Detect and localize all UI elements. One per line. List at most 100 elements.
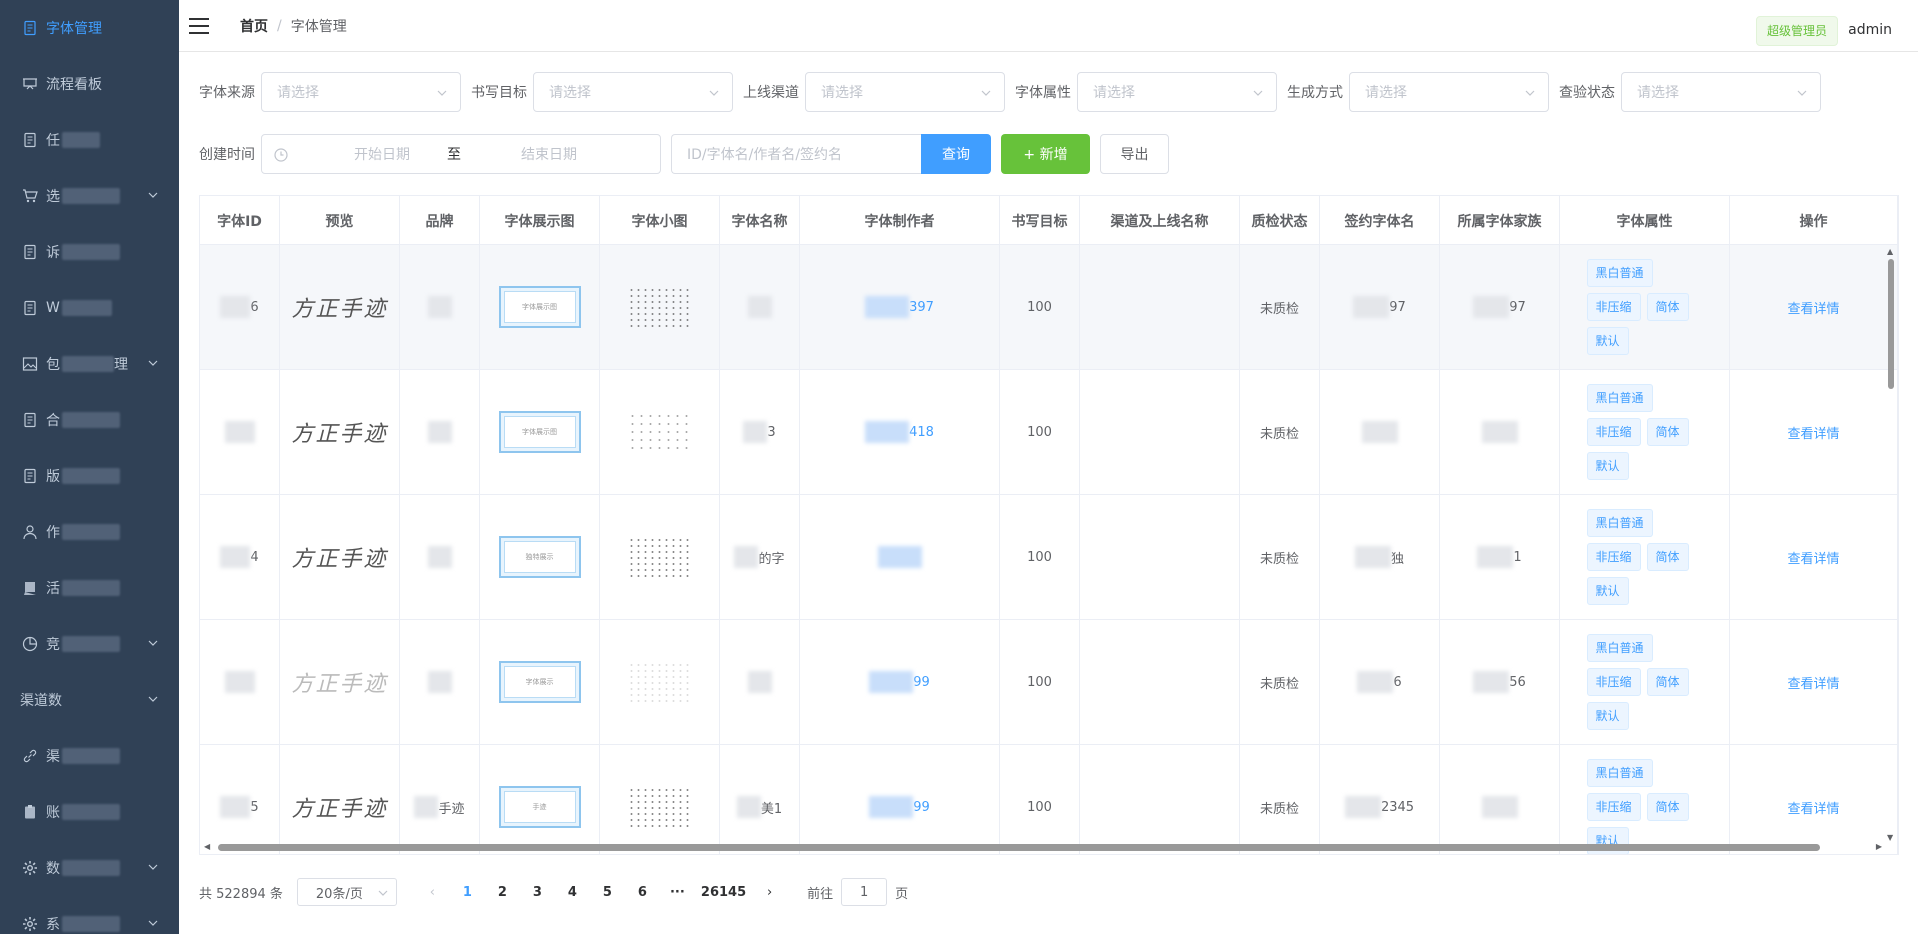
filter-select[interactable]: 请选择	[533, 72, 733, 112]
breadcrumb-home[interactable]: 首页	[240, 16, 268, 36]
column-header[interactable]: 书写目标	[1000, 196, 1080, 245]
sidebar-item[interactable]: 渠	[0, 728, 179, 784]
font-thumbnail-image[interactable]	[627, 787, 692, 827]
column-header[interactable]: 字体展示图	[480, 196, 600, 245]
date-range-picker[interactable]: 开始日期 至 结束日期	[261, 134, 661, 174]
table-row[interactable]: 方正手迹 字体展示图 3 418 100 未质检 黑白普通 非压缩 简体 默认 查看详情	[200, 370, 1898, 495]
column-header[interactable]: 质检状态	[1240, 196, 1320, 245]
horizontal-scrollbar[interactable]: ◀ ▶	[200, 840, 1898, 854]
next-page-button[interactable]: ›	[752, 878, 787, 906]
scroll-right-icon[interactable]: ▶	[1876, 842, 1882, 851]
font-showcase-image[interactable]: 手迹	[498, 786, 581, 828]
font-showcase-image[interactable]: 独特展示	[498, 536, 581, 578]
sidebar-item[interactable]: 数	[0, 840, 179, 896]
sidebar-item[interactable]: 作	[0, 504, 179, 560]
search-input[interactable]: ID/字体名/作者名/签约名	[671, 134, 921, 174]
export-button[interactable]: 导出	[1100, 134, 1169, 174]
font-thumbnail-image[interactable]	[627, 412, 692, 452]
column-header[interactable]: 所属字体家族	[1440, 196, 1560, 245]
font-maker[interactable]: 397	[909, 300, 934, 315]
column-header[interactable]: 字体小图	[600, 196, 720, 245]
page-ellipsis[interactable]: ···	[660, 878, 695, 906]
sidebar-item[interactable]: 渠道数	[0, 672, 179, 728]
font-thumbnail-image[interactable]	[627, 662, 692, 702]
table-row[interactable]: 方正手迹 字体展示 99 100 未质检 6 56 黑白普通 非压缩 简体 默认 查看详情	[200, 620, 1898, 745]
column-header[interactable]: 字体ID	[200, 196, 280, 245]
column-header[interactable]: 字体名称	[720, 196, 800, 245]
view-details-link[interactable]: 查看详情	[1787, 798, 1839, 817]
font-thumbnail-image[interactable]	[627, 537, 692, 577]
sidebar-item[interactable]: 版	[0, 448, 179, 504]
end-date-input[interactable]: 结束日期	[494, 144, 604, 164]
filter-select[interactable]: 请选择	[261, 72, 461, 112]
font-thumbnail-image[interactable]	[627, 287, 692, 327]
font-showcase-image[interactable]: 字体展示	[498, 661, 581, 703]
table-row[interactable]: 5 方正手迹 手迹 手迹 美1 99 100 未质检 2345 黑白普通 非压缩 简体 默认 查看详情	[200, 745, 1898, 854]
page-last[interactable]: 26145	[695, 878, 752, 906]
page-size-select[interactable]: 20条/页	[296, 878, 397, 906]
table-cell: 方正手迹	[280, 495, 400, 619]
column-header[interactable]: 渠道及上线名称	[1080, 196, 1240, 245]
prev-page-button[interactable]: ‹	[415, 878, 450, 906]
redacted-text	[1473, 296, 1510, 318]
page-number[interactable]: 2	[485, 878, 520, 906]
table-cell	[1440, 370, 1560, 494]
column-header[interactable]: 品牌	[400, 196, 480, 245]
sidebar-item[interactable]: 竞	[0, 616, 179, 672]
sidebar-item[interactable]: W	[0, 280, 179, 336]
goto-page-input[interactable]: 1	[841, 878, 888, 906]
column-header[interactable]: 字体属性	[1560, 196, 1730, 245]
font-maker[interactable]: 99	[913, 800, 930, 815]
horizontal-scroll-thumb[interactable]	[218, 844, 1820, 851]
sidebar-item[interactable]: 合	[0, 392, 179, 448]
hamburger-icon[interactable]	[189, 17, 211, 35]
vertical-scrollbar[interactable]: ▲ ▼	[1884, 245, 1898, 842]
sidebar-item[interactable]: 任	[0, 112, 179, 168]
view-details-link[interactable]: 查看详情	[1787, 298, 1839, 317]
attribute-tag: 默认	[1586, 577, 1629, 605]
page-number[interactable]: 6	[625, 878, 660, 906]
attribute-tag: 黑白普通	[1586, 509, 1653, 537]
column-header[interactable]: 字体制作者	[800, 196, 1000, 245]
start-date-input[interactable]: 开始日期	[327, 144, 437, 164]
sidebar-item[interactable]: 诉	[0, 224, 179, 280]
sidebar-item[interactable]: 流程看板	[0, 56, 179, 112]
sidebar-item[interactable]: 系	[0, 896, 179, 934]
table-cell: 100	[1000, 370, 1080, 494]
sidebar-item[interactable]: 字体管理	[0, 0, 179, 56]
table-row[interactable]: 6 方正手迹 字体展示图 397 100 未质检 97 97 黑白普通 非压缩 简体 默认 查看详情	[200, 245, 1898, 370]
view-details-link[interactable]: 查看详情	[1787, 673, 1839, 692]
sidebar-item[interactable]: 选	[0, 168, 179, 224]
scroll-left-icon[interactable]: ◀	[204, 842, 210, 851]
sidebar-item[interactable]: 活	[0, 560, 179, 616]
filter-select[interactable]: 请选择	[1077, 72, 1277, 112]
goto-label: 前往	[807, 886, 834, 902]
view-details-link[interactable]: 查看详情	[1787, 548, 1839, 567]
view-details-link[interactable]: 查看详情	[1787, 423, 1839, 442]
font-maker[interactable]: 418	[909, 425, 934, 440]
page-number[interactable]: 1	[450, 878, 485, 906]
page-number[interactable]: 3	[520, 878, 555, 906]
font-showcase-image[interactable]: 字体展示图	[498, 286, 581, 328]
column-header[interactable]: 预览	[280, 196, 400, 245]
filter-select[interactable]: 请选择	[1349, 72, 1549, 112]
font-maker[interactable]: 99	[913, 675, 930, 690]
username[interactable]: admin	[1848, 22, 1892, 38]
redacted-text	[220, 546, 251, 568]
query-button[interactable]: 查询	[921, 134, 991, 174]
column-header[interactable]: 签约字体名	[1320, 196, 1440, 245]
sidebar-item[interactable]: 账	[0, 784, 179, 840]
column-header[interactable]: 操作	[1730, 196, 1898, 245]
filter-select[interactable]: 请选择	[1621, 72, 1821, 112]
page-number[interactable]: 5	[590, 878, 625, 906]
page-number[interactable]: 4	[555, 878, 590, 906]
sidebar-item[interactable]: 包理	[0, 336, 179, 392]
table-row[interactable]: 4 方正手迹 独特展示 的字 100 未质检 独 1 黑白普通 非压缩 简体 默认 查看详情	[200, 495, 1898, 620]
font-showcase-image[interactable]: 字体展示图	[498, 411, 581, 453]
scroll-up-icon[interactable]: ▲	[1887, 247, 1893, 256]
document-icon	[22, 20, 38, 36]
add-button[interactable]: + 新增	[1001, 134, 1090, 174]
filter-select[interactable]: 请选择	[805, 72, 1005, 112]
vertical-scroll-thumb[interactable]	[1888, 259, 1894, 389]
redacted-text	[869, 671, 914, 693]
